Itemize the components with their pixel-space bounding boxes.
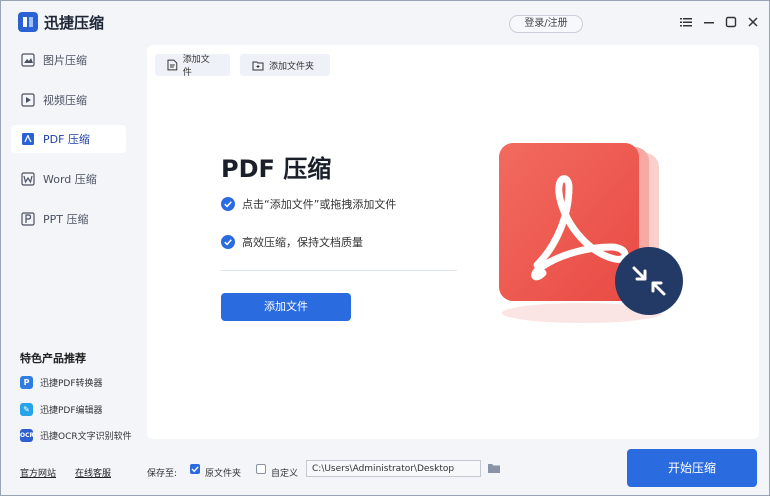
ppt-compress-icon: [21, 212, 35, 226]
feature-item: 高效压缩，保持文档质量: [221, 234, 363, 250]
ocr-icon: OCR: [20, 429, 34, 442]
original-folder-label: 原文件夹: [205, 469, 242, 479]
sidebar-item-image-compress[interactable]: 图片压缩: [11, 46, 126, 74]
folder-icon[interactable]: [487, 462, 501, 474]
recommend-item-ocr[interactable]: OCR 迅捷OCR文字识别软件: [20, 429, 132, 442]
sidebar-item-label: 视频压缩: [43, 94, 87, 107]
add-folder-toolbar-button[interactable]: 添加文件夹: [240, 54, 330, 76]
word-compress-icon: [21, 172, 35, 186]
add-folder-label: 添加文件夹: [269, 61, 315, 72]
pdf-editor-icon: ✎: [20, 403, 33, 416]
add-folder-icon: [252, 61, 264, 70]
recommend-item-pdf-converter[interactable]: P 迅捷PDF转换器: [20, 376, 103, 389]
app-window: 迅捷压缩 登录/注册 图片压缩 视频压缩 PDF 压缩 Word 压缩 PPT …: [0, 0, 770, 496]
sidebar-item-ppt-compress[interactable]: PPT 压缩: [11, 205, 126, 233]
recommend-label: 迅捷PDF转换器: [40, 379, 103, 389]
sidebar-item-label: PPT 压缩: [43, 213, 89, 226]
pdf-converter-icon: P: [20, 376, 33, 389]
divider: [221, 270, 457, 271]
online-support-link[interactable]: 在线客服: [75, 466, 111, 479]
recommend-item-pdf-editor[interactable]: ✎ 迅捷PDF编辑器: [20, 403, 103, 416]
app-logo-icon: [18, 12, 38, 32]
save-to-label: 保存至:: [147, 469, 178, 479]
menu-icon[interactable]: [679, 15, 693, 29]
check-circle-icon: [221, 235, 235, 249]
add-file-icon: [167, 59, 178, 71]
image-compress-icon: [21, 53, 35, 67]
minimize-icon[interactable]: [702, 15, 716, 29]
add-file-button[interactable]: 添加文件: [221, 293, 351, 321]
app-title: 迅捷压缩: [44, 14, 105, 32]
sidebar-item-word-compress[interactable]: Word 压缩: [11, 165, 126, 193]
sidebar-item-label: Word 压缩: [43, 173, 97, 186]
feature-text: 点击“添加文件”或拖拽添加文件: [242, 198, 397, 211]
check-circle-icon: [221, 197, 235, 211]
close-icon[interactable]: [746, 15, 760, 29]
sidebar: 图片压缩 视频压缩 PDF 压缩 Word 压缩 PPT 压缩 特色产品推荐 P…: [1, 43, 141, 453]
sidebar-item-label: PDF 压缩: [43, 133, 90, 146]
sidebar-item-pdf-compress[interactable]: PDF 压缩: [11, 125, 126, 153]
title-bar: 迅捷压缩 登录/注册: [1, 1, 769, 43]
output-path-field[interactable]: [306, 460, 481, 477]
recommend-title: 特色产品推荐: [20, 352, 86, 365]
feature-text: 高效压缩，保持文档质量: [242, 236, 363, 249]
feature-item: 点击“添加文件”或拖拽添加文件: [221, 196, 396, 212]
recommend-label: 迅捷PDF编辑器: [40, 406, 103, 416]
add-file-toolbar-button[interactable]: 添加文件: [155, 54, 230, 78]
main-panel: 添加文件 添加文件夹 PDF 压缩 点击“添加文件”或拖拽添加文件 高效压缩，保…: [147, 45, 759, 439]
sidebar-item-label: 图片压缩: [43, 54, 87, 67]
login-button[interactable]: 登录/注册: [509, 15, 583, 33]
custom-folder-checkbox[interactable]: [256, 464, 266, 474]
video-compress-icon: [21, 93, 35, 107]
page-title: PDF 压缩: [221, 155, 332, 183]
pdf-compress-illustration: [499, 143, 683, 323]
checkmark-icon: [191, 466, 199, 473]
start-compress-button[interactable]: 开始压缩: [627, 449, 757, 487]
custom-folder-label: 自定义: [271, 469, 299, 479]
original-folder-checkbox[interactable]: [190, 464, 200, 474]
add-file-label: 添加文件: [182, 55, 210, 78]
sidebar-item-video-compress[interactable]: 视频压缩: [11, 86, 126, 114]
maximize-icon[interactable]: [724, 15, 738, 29]
official-site-link[interactable]: 官方网站: [20, 466, 56, 479]
recommend-label: 迅捷OCR文字识别软件: [40, 432, 132, 442]
pdf-compress-icon: [22, 133, 34, 145]
